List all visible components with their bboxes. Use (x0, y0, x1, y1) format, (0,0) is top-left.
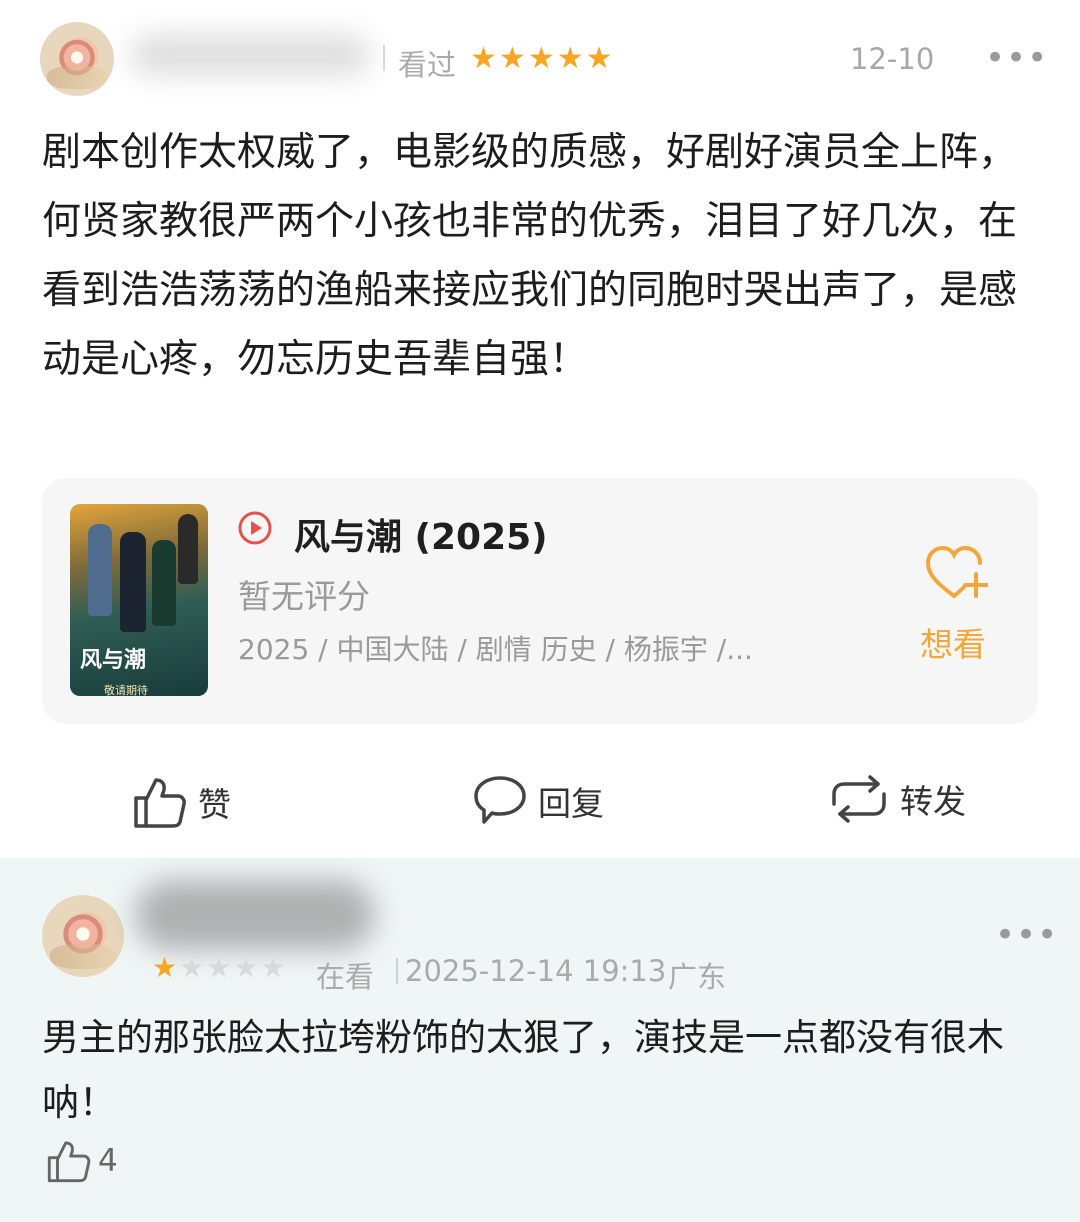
review-text: 剧本创作太权威了，电影级的质感，好剧好演员全上阵，何贤家教很严两个小孩也非常的优… (42, 130, 1018, 382)
more-options-icon[interactable]: ••• (985, 38, 1048, 78)
replier-name-blurred (135, 880, 375, 950)
reply-like-button[interactable]: 4 (46, 1138, 118, 1184)
share-button[interactable]: 转发 (828, 774, 966, 824)
reply-label: 回复 (538, 784, 604, 823)
want-to-watch-button[interactable]: 想看 (920, 618, 986, 666)
review-date: 12-10 (850, 42, 935, 76)
comment-icon (474, 776, 526, 824)
divider (383, 45, 385, 71)
thumbs-up-icon (134, 778, 186, 828)
reply-time: 2025-12-14 19:13 (405, 954, 667, 988)
poster-title: 风与潮 (80, 648, 147, 673)
watch-status: 看过 (398, 48, 457, 82)
share-label: 转发 (900, 782, 966, 821)
like-label: 赞 (198, 785, 231, 824)
star-icon: ★ (233, 951, 259, 984)
star-icon: ★ (206, 951, 232, 984)
star-icon: ★ (556, 41, 584, 76)
star-icon: ★ (527, 41, 555, 76)
reply-more-options-icon[interactable]: ••• (995, 915, 1058, 955)
thumbs-up-icon (47, 1141, 91, 1183)
reviewer-avatar[interactable] (40, 22, 114, 96)
show-score: 暂无评分 (238, 577, 370, 616)
reply-like-count: 4 (98, 1143, 118, 1179)
like-button[interactable]: 赞 (132, 774, 231, 830)
divider (396, 958, 398, 984)
show-title[interactable]: 风与潮 (2025) (294, 508, 548, 560)
replier-avatar[interactable] (42, 895, 124, 977)
rating-stars: ★ ★ ★ ★ ★ (470, 44, 613, 74)
poster-figure (120, 532, 146, 632)
star-icon: ★ (498, 41, 526, 76)
star-icon: ★ (585, 41, 613, 76)
poster-figure (152, 540, 176, 626)
star-icon: ★ (260, 951, 286, 984)
repost-icon (832, 775, 886, 823)
play-icon (238, 511, 272, 545)
reviewer-name-blurred (130, 35, 370, 75)
show-card[interactable]: 风与潮 敬请期待 风与潮 (2025) 暂无评分 2025 / 中国大陆 / 剧… (42, 478, 1038, 724)
star-icon: ★ (152, 951, 178, 984)
reply-text: 男主的那张脸太拉垮粉饰的太狠了，演技是一点都没有很木呐！ (42, 1016, 1004, 1124)
reply-rating-stars: ★ ★ ★ ★ ★ (152, 954, 286, 982)
poster-figure (178, 514, 198, 584)
poster-tag: 敬请期待 (104, 684, 148, 696)
reply-location: 广东 (668, 960, 727, 994)
heart-plus-icon[interactable] (924, 544, 988, 602)
show-info: 2025 / 中国大陆 / 剧情 历史 / 杨振宇 /... (238, 633, 753, 666)
star-icon: ★ (470, 41, 497, 76)
reply-button[interactable]: 回复 (472, 774, 604, 828)
reply-watch-status: 在看 (316, 960, 375, 994)
star-icon: ★ (179, 951, 205, 984)
poster-figure (88, 524, 112, 616)
show-poster[interactable]: 风与潮 敬请期待 (70, 504, 208, 696)
